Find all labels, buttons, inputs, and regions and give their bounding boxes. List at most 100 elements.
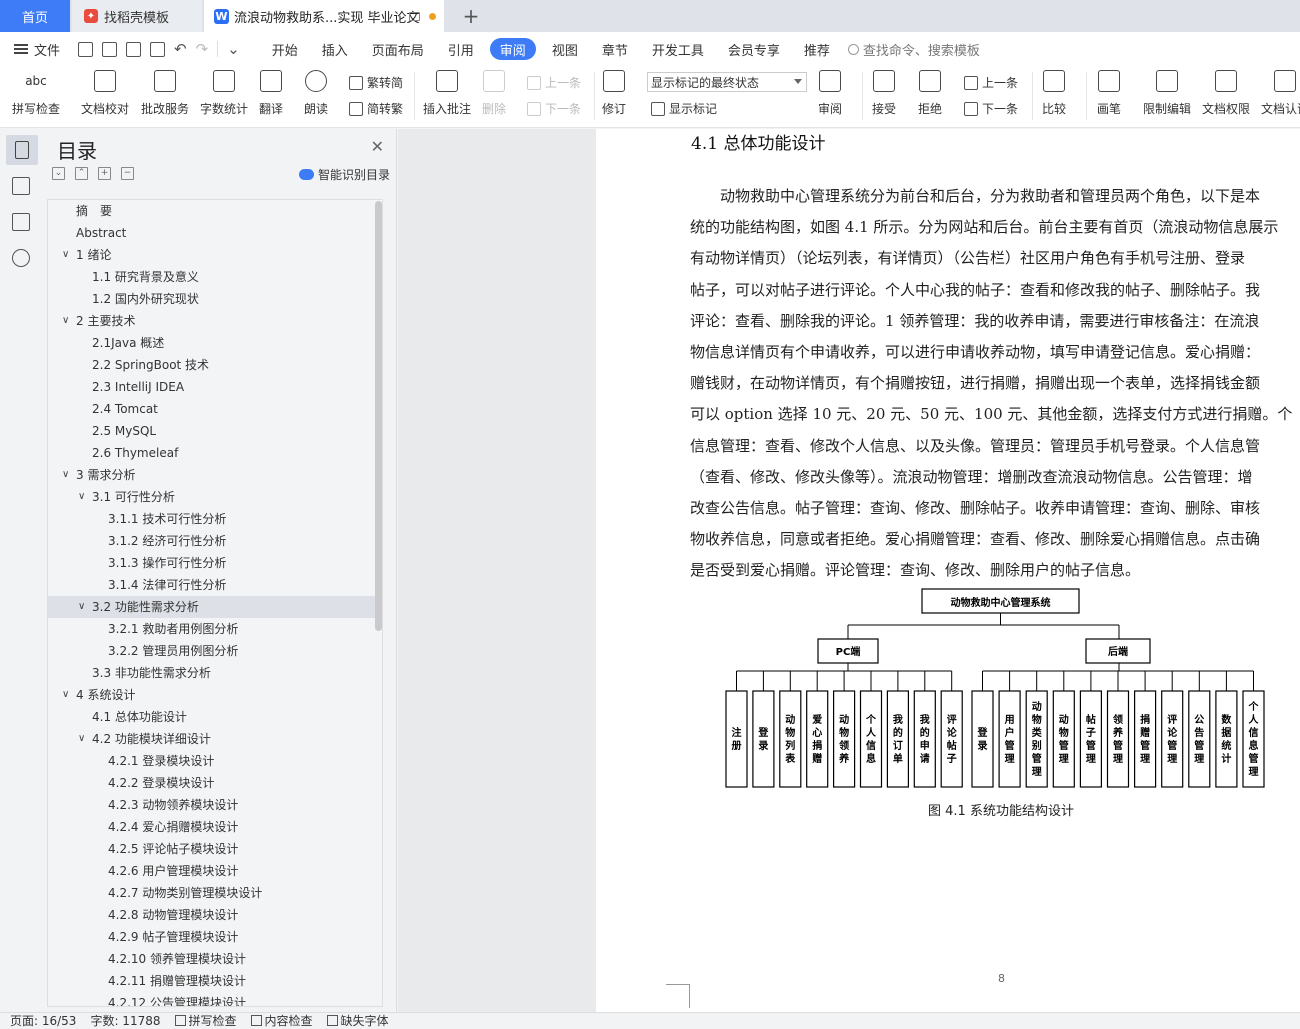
doc-permission-button[interactable]: 文档权限 [1202,70,1250,117]
navigation-icon[interactable] [12,177,30,195]
pen-button[interactable]: 画笔 [1097,70,1121,117]
toc-item[interactable]: 2.4 Tomcat [48,398,382,420]
toc-item[interactable]: 3.1.3 操作可行性分析 [48,552,382,574]
toc-panel-icon[interactable] [6,135,38,165]
document-page[interactable]: 4.1 总体功能设计 动物救助中心管理系统分为前台和后台，分为救助者和管理员两个… [596,129,1300,1012]
smart-toc-button[interactable]: 智能识别目录 [298,166,390,183]
show-markup-button[interactable]: 显示标记 [651,100,717,117]
spell-check-button[interactable]: abc 拼写检查 [12,70,60,117]
close-icon[interactable]: ✕ [371,137,384,156]
undo-icon[interactable]: ↶ [174,40,187,58]
restrict-edit-button[interactable]: 限制编辑 [1143,70,1191,117]
toc-scrollbar[interactable] [375,201,382,631]
toc-item[interactable]: ∨ 3 需求分析 [48,464,382,486]
chevron-down-icon[interactable]: ∨ [62,464,69,486]
toc-item[interactable]: ∨ 4.2 功能模块详细设计 [48,728,382,750]
prev-comment-button[interactable]: 上一条 [527,74,581,91]
toc-item[interactable]: 4.2.6 用户管理模块设计 [48,860,382,882]
delete-comment-button[interactable]: 删除 [482,70,506,117]
toc-item[interactable]: 4.2.4 爱心捐赠模块设计 [48,816,382,838]
toc-item[interactable]: 3.1.1 技术可行性分析 [48,508,382,530]
menu-start[interactable]: 开始 [260,38,310,60]
tab-template-store[interactable]: ✦ 找稻壳模板 [72,0,202,32]
translate-button[interactable]: 翻译 [259,70,283,117]
compare-button[interactable]: 比较 [1042,70,1066,117]
file-menu[interactable]: 文件 [0,40,70,59]
tab-document[interactable]: W 流浪动物救助系...实现 毕业论文 [204,0,444,32]
chevron-down-icon[interactable]: ∨ [78,596,85,618]
content-check-status[interactable]: 内容检查 [250,1012,313,1029]
bookmark-icon[interactable] [12,213,30,231]
chevron-down-icon[interactable]: ∨ [62,244,69,266]
insert-comment-button[interactable]: 插入批注 [423,70,471,117]
export-pdf-icon[interactable] [102,41,117,57]
command-search[interactable]: 查找命令、搜索模板 [847,40,980,59]
read-aloud-button[interactable]: 朗读 [304,70,328,117]
menu-references[interactable]: 引用 [436,38,486,60]
toc-item[interactable]: ∨ 2 主要技术 [48,310,382,332]
toc-item[interactable]: 摘 要 [48,200,382,222]
redo-icon[interactable]: ↷ [196,40,209,58]
accept-button[interactable]: 接受 [872,70,896,117]
menu-view[interactable]: 视图 [540,38,590,60]
toc-item[interactable]: 4.2.1 登录模块设计 [48,750,382,772]
spell-check-status[interactable]: 拼写检查 [174,1012,237,1029]
simp-to-trad-button[interactable]: 简转繁 [349,100,403,117]
search-icon[interactable] [12,249,30,267]
toc-item[interactable]: 4.1 总体功能设计 [48,706,382,728]
toc-item[interactable]: ∨ 3.1 可行性分析 [48,486,382,508]
chevron-down-icon[interactable]: ∨ [78,486,85,508]
doc-proof-button[interactable]: 文档校对 [81,70,129,117]
toc-item[interactable]: 4.2.10 领养管理模块设计 [48,948,382,970]
remove-heading-icon[interactable]: − [121,167,134,180]
toc-item[interactable]: 3.2.2 管理员用例图分析 [48,640,382,662]
toc-item[interactable]: ∨ 3.2 功能性需求分析 [48,596,382,618]
add-heading-icon[interactable]: + [98,167,111,180]
batch-service-button[interactable]: 批改服务 [141,70,189,117]
trad-to-simp-button[interactable]: 繁转简 [349,74,403,91]
menu-insert[interactable]: 插入 [310,38,360,60]
collapse-icon[interactable]: ⌃ [75,167,88,180]
save-icon[interactable] [78,41,93,57]
tab-home[interactable]: 首页 [0,0,70,32]
menu-developer[interactable]: 开发工具 [640,38,716,60]
reject-button[interactable]: 拒绝 [918,70,942,117]
word-count-button[interactable]: 字数统计 [200,70,248,117]
expand-icon[interactable]: ⌄ [52,167,65,180]
toc-item[interactable]: 4.2.12 公告管理模块设计 [48,992,382,1006]
menu-recommend[interactable]: 推荐 [792,38,842,60]
toc-item[interactable]: 2.6 Thymeleaf [48,442,382,464]
toc-item[interactable]: 4.2.8 动物管理模块设计 [48,904,382,926]
toc-item[interactable]: 3.1.2 经济可行性分析 [48,530,382,552]
toc-item[interactable]: 2.1Java 概述 [48,332,382,354]
toc-item[interactable]: 4.2.7 动物类别管理模块设计 [48,882,382,904]
new-tab-button[interactable]: + [456,0,486,32]
chevron-down-icon[interactable]: ∨ [62,310,69,332]
missing-font-status[interactable]: 缺失字体 [326,1012,389,1029]
toc-item[interactable]: 4.2.2 登录模块设计 [48,772,382,794]
next-comment-button[interactable]: 下一条 [527,100,581,117]
toc-item[interactable]: 1.2 国内外研究现状 [48,288,382,310]
doc-cert-button[interactable]: 文档认证 [1261,70,1300,117]
toc-item[interactable]: 4.2.11 捐赠管理模块设计 [48,970,382,992]
toc-item[interactable]: Abstract [48,222,382,244]
toc-item[interactable]: 2.3 IntelliJ IDEA [48,376,382,398]
markup-state-select[interactable]: 显示标记的最终状态 [647,72,807,92]
menu-page-layout[interactable]: 页面布局 [360,38,436,60]
chevron-down-icon[interactable]: ∨ [62,684,69,706]
chevron-down-icon[interactable]: ∨ [78,728,85,750]
toc-item[interactable]: ∨ 4 系统设计 [48,684,382,706]
next-change-button[interactable]: 下一条 [964,100,1018,117]
menu-member[interactable]: 会员专享 [716,38,792,60]
prev-change-button[interactable]: 上一条 [964,74,1018,91]
print-preview-icon[interactable] [150,41,165,57]
review-pane-button[interactable]: 审阅 [818,70,842,117]
track-changes-button[interactable]: 修订 [602,70,626,117]
toc-item[interactable]: 4.2.9 帖子管理模块设计 [48,926,382,948]
chevron-down-icon[interactable]: ⌄ [227,40,240,58]
menu-review[interactable]: 审阅 [489,38,536,60]
toc-item[interactable]: 4.2.5 评论帖子模块设计 [48,838,382,860]
toc-item[interactable]: 4.2.3 动物领养模块设计 [48,794,382,816]
toc-item[interactable]: 2.5 MySQL [48,420,382,442]
toc-item[interactable]: 2.2 SpringBoot 技术 [48,354,382,376]
